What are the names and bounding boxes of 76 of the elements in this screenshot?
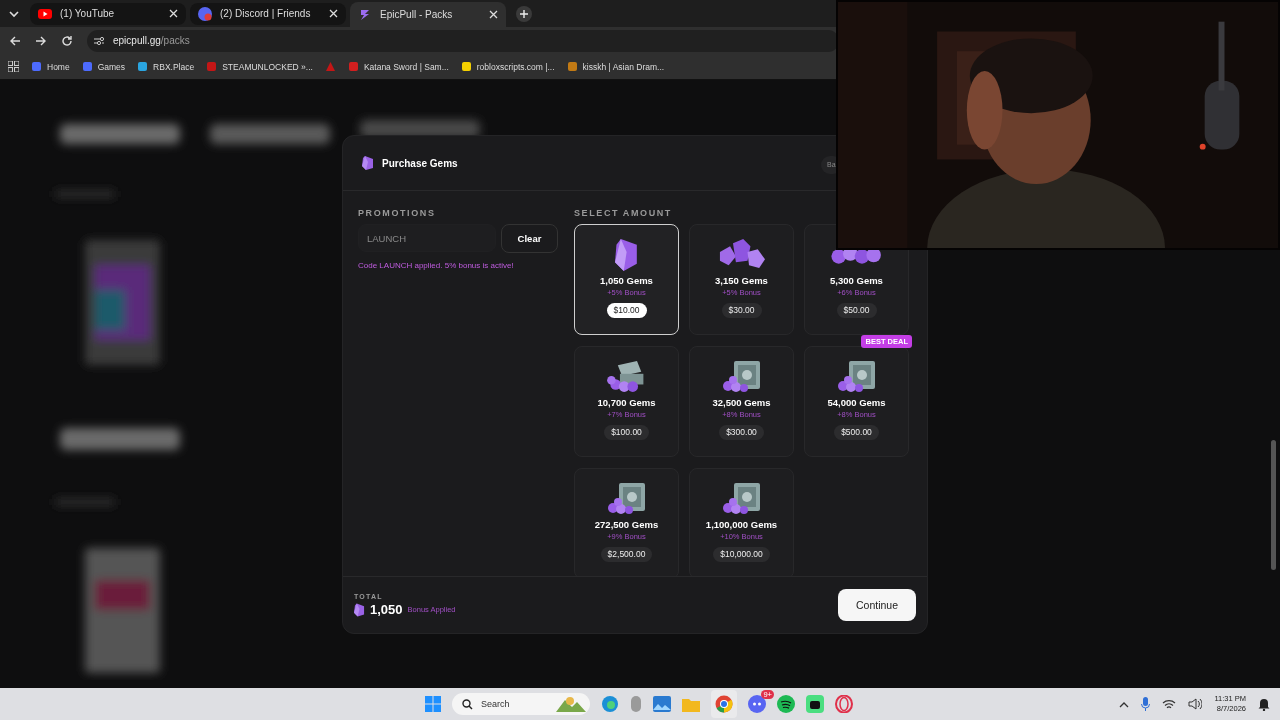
gem-amount: 5,300 Gems — [830, 275, 883, 286]
gem-amount: 54,000 Gems — [827, 397, 886, 408]
site-icon — [31, 61, 42, 73]
site-icon — [566, 61, 578, 73]
photos-icon[interactable] — [653, 696, 671, 712]
site-settings-icon[interactable] — [93, 35, 105, 46]
forward-icon[interactable] — [35, 34, 47, 47]
gem-amount: 272,500 Gems — [594, 519, 659, 530]
apps-grid-icon[interactable] — [8, 61, 19, 73]
chrome-icon — [715, 695, 733, 713]
new-tab-icon[interactable] — [516, 5, 532, 22]
url-path: /packs — [160, 35, 190, 47]
discord-icon[interactable] — [748, 695, 766, 713]
spotify-icon[interactable] — [777, 695, 795, 713]
site-icon — [460, 61, 472, 73]
youtube-icon — [38, 8, 52, 19]
promo-message: Code LAUNCH applied. 5% bonus is active! — [358, 261, 515, 270]
windows-start-icon[interactable] — [425, 696, 441, 712]
reload-icon[interactable] — [61, 34, 73, 47]
gem-amount: 32,500 Gems — [712, 397, 771, 408]
taskbar-search[interactable]: Search — [452, 693, 590, 715]
bell-icon[interactable] — [1258, 697, 1270, 711]
bookmark[interactable]: RBX.Place — [137, 61, 195, 73]
scrollbar[interactable] — [1271, 440, 1276, 570]
address-bar[interactable]: epicpull.gg/packs — [87, 29, 839, 52]
price-tag: $300.00 — [719, 425, 764, 440]
price-tag: $500.00 — [834, 425, 879, 440]
gem-amount: 3,150 Gems — [715, 275, 768, 286]
price-tag: $10,000.00 — [713, 547, 770, 562]
gem-amount: 10,700 Gems — [597, 397, 656, 408]
price-tag: $10.00 — [606, 303, 647, 318]
landscape-icon — [556, 696, 586, 712]
continue-button[interactable]: Continue — [838, 589, 916, 621]
bookmark[interactable]: STEAMUNLOCKED »... — [206, 61, 313, 73]
edge-icon[interactable] — [601, 695, 619, 713]
discord-icon — [198, 6, 212, 21]
search-icon — [462, 698, 473, 710]
close-icon[interactable] — [489, 10, 498, 19]
bookmark[interactable]: Katana Sword | Sam... — [347, 61, 449, 73]
volume-icon[interactable] — [1188, 698, 1203, 710]
bookmark[interactable]: robloxscripts.com |... — [460, 61, 555, 73]
close-icon[interactable] — [329, 9, 338, 18]
microphone-icon[interactable] — [1141, 697, 1151, 711]
dialog-title: Purchase Gems — [382, 157, 458, 169]
url-host: epicpull.gg — [113, 35, 161, 47]
site-icon — [206, 61, 218, 73]
price-tag: $2,500.00 — [600, 547, 653, 562]
section-heading: SELECT AMOUNT — [574, 208, 673, 218]
chevron-up-icon[interactable] — [1119, 700, 1130, 708]
total-amount: 1,050 — [370, 602, 403, 617]
lightning-icon — [358, 7, 372, 22]
price-tag: $100.00 — [604, 425, 649, 440]
gem-icon — [354, 602, 365, 617]
chrome-taskbar-button[interactable] — [711, 690, 737, 718]
price-tag: $50.00 — [836, 303, 877, 318]
gem-amount: 1,100,000 Gems — [705, 519, 778, 530]
bookmark[interactable]: kisskh | Asian Dram... — [566, 61, 665, 73]
clear-button[interactable]: Clear — [501, 224, 558, 253]
bookmark[interactable]: Home — [31, 61, 70, 73]
price-tag: $30.00 — [721, 303, 762, 318]
back-icon[interactable] — [9, 34, 21, 47]
browser-tab[interactable]: EpicPull - Packs — [350, 2, 506, 27]
wifi-icon[interactable] — [1162, 698, 1177, 710]
gem-icon — [614, 239, 639, 271]
promo-code-field[interactable]: LAUNCH — [358, 224, 496, 252]
site-icon — [137, 61, 149, 73]
section-heading: PROMOTIONS — [358, 208, 437, 218]
site-icon — [81, 61, 93, 73]
bookmark[interactable]: Games — [81, 61, 126, 73]
browser-tab[interactable]: (1) YouTube — [30, 2, 186, 25]
browser-tab[interactable]: (2) Discord | Friends — [190, 2, 346, 25]
close-icon[interactable] — [169, 9, 178, 18]
site-icon — [347, 61, 359, 73]
gem-icon — [362, 156, 374, 170]
opera-icon[interactable] — [835, 695, 853, 713]
gem-amount: 1,050 Gems — [600, 275, 653, 286]
